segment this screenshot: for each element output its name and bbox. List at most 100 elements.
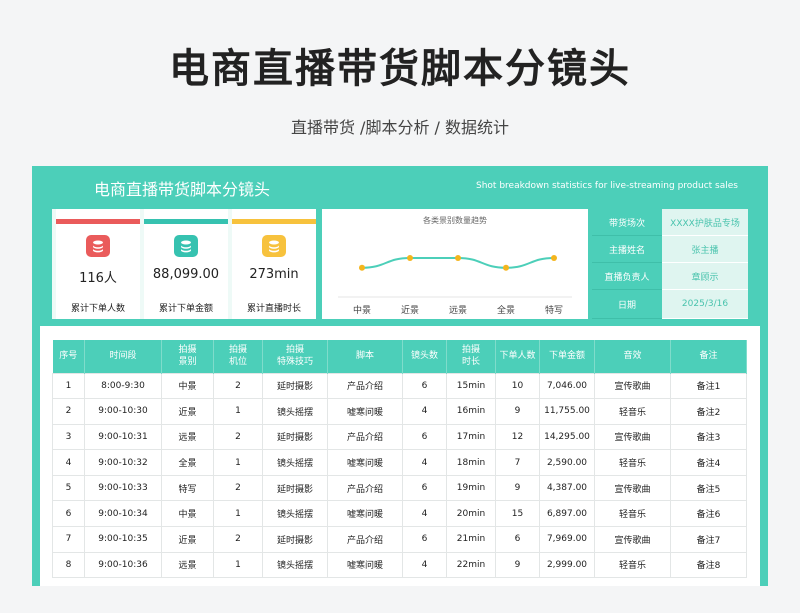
table-cell-camera[interactable]: 1: [213, 398, 263, 425]
info-value[interactable]: 张主播: [662, 236, 748, 263]
header-col-shots[interactable]: 镜头数: [402, 340, 447, 373]
table-cell-time[interactable]: 9:00-10:31: [84, 423, 162, 451]
table-row[interactable]: 4 9:00-10:32 全景 1 镜头摇摆 嘘寒问暖 4 18min 7 2,590.00 轻音乐…: [52, 449, 747, 476]
table-cell-duration[interactable]: 22min: [446, 551, 496, 579]
table-cell-orders[interactable]: 10: [495, 372, 540, 400]
table-row[interactable]: 8 9:00-10:36 远景 1 镜头摇摆 嘘寒问暖 4 22min 9 2,999.00 轻音乐…: [52, 551, 747, 579]
table-cell-note[interactable]: 备注1: [670, 372, 747, 400]
table-cell-orders[interactable]: 9: [495, 398, 540, 425]
table-cell-duration[interactable]: 21min: [446, 526, 496, 553]
table-cell-script[interactable]: 产品介绍: [327, 526, 403, 553]
table-cell-technique[interactable]: 镜头摇摆: [262, 500, 328, 528]
header-col-shot-size[interactable]: 拍摄 景别: [161, 340, 214, 373]
table-cell-technique[interactable]: 延时摄影: [262, 423, 328, 451]
table-cell-time[interactable]: 8:00-9:30: [84, 372, 162, 400]
header-col-duration[interactable]: 拍摄 时长: [446, 340, 496, 373]
table-cell-shots[interactable]: 6: [402, 372, 447, 400]
table-cell-camera[interactable]: 2: [213, 372, 263, 400]
table-cell-amount[interactable]: 7,046.00: [539, 372, 595, 400]
table-cell-index[interactable]: 6: [52, 500, 85, 528]
table-cell-index[interactable]: 7: [52, 526, 85, 553]
header-col-script[interactable]: 脚本: [327, 340, 403, 373]
table-cell-orders[interactable]: 12: [495, 423, 540, 451]
header-col-sound[interactable]: 音效: [594, 340, 671, 373]
info-value[interactable]: XXXX护肤品专场: [662, 209, 748, 236]
table-cell-index[interactable]: 5: [52, 474, 85, 502]
table-cell-index[interactable]: 1: [52, 372, 85, 400]
table-cell-shot-size[interactable]: 全景: [161, 449, 214, 476]
table-cell-camera[interactable]: 1: [213, 551, 263, 579]
table-cell-duration[interactable]: 20min: [446, 500, 496, 528]
data-point[interactable]: [359, 264, 365, 271]
table-cell-duration[interactable]: 15min: [446, 372, 496, 400]
table-cell-shots[interactable]: 6: [402, 423, 447, 451]
data-point[interactable]: [551, 255, 557, 261]
table-row[interactable]: 6 9:00-10:34 中景 1 镜头摇摆 嘘寒问暖 4 20min 15 6,897.00 轻音…: [52, 500, 747, 528]
table-cell-shots[interactable]: 6: [402, 526, 447, 553]
table-cell-orders[interactable]: 6: [495, 526, 540, 553]
table-cell-shots[interactable]: 4: [402, 551, 447, 579]
header-col-index[interactable]: 序号: [52, 340, 85, 373]
table-cell-amount[interactable]: 11,755.00: [539, 398, 595, 425]
table-cell-amount[interactable]: 14,295.00: [539, 423, 595, 451]
info-value[interactable]: 章顾示: [662, 263, 748, 290]
table-cell-sound[interactable]: 轻音乐: [594, 398, 671, 425]
table-cell-script[interactable]: 嘘寒问暖: [327, 500, 403, 528]
table-cell-amount[interactable]: 2,590.00: [539, 449, 595, 476]
table-cell-time[interactable]: 9:00-10:32: [84, 449, 162, 476]
table-cell-note[interactable]: 备注2: [670, 398, 747, 425]
table-cell-note[interactable]: 备注3: [670, 423, 747, 451]
header-col-technique[interactable]: 拍摄 特殊技巧: [262, 340, 328, 373]
table-row[interactable]: 2 9:00-10:30 近景 1 镜头摇摆 嘘寒问暖 4 16min 9 11,755.00 轻音…: [52, 398, 747, 425]
table-cell-time[interactable]: 9:00-10:30: [84, 398, 162, 425]
table-cell-note[interactable]: 备注8: [670, 551, 747, 579]
table-cell-script[interactable]: 产品介绍: [327, 474, 403, 502]
table-cell-technique[interactable]: 延时摄影: [262, 372, 328, 400]
table-cell-technique[interactable]: 镜头摇摆: [262, 551, 328, 579]
table-row[interactable]: 1 8:00-9:30 中景 2 延时摄影 产品介绍 6 15min 10 7,046.00 宣传歌…: [52, 372, 747, 400]
table-cell-shot-size[interactable]: 远景: [161, 423, 214, 451]
table-cell-script[interactable]: 产品介绍: [327, 372, 403, 400]
table-cell-amount[interactable]: 4,387.00: [539, 474, 595, 502]
table-cell-camera[interactable]: 2: [213, 474, 263, 502]
table-cell-shots[interactable]: 4: [402, 398, 447, 425]
table-cell-sound[interactable]: 宣传歌曲: [594, 474, 671, 502]
table-row[interactable]: 5 9:00-10:33 特写 2 延时摄影 产品介绍 6 19min 9 4,387.00 宣传歌…: [52, 474, 747, 502]
data-point[interactable]: [407, 255, 413, 261]
table-cell-shot-size[interactable]: 近景: [161, 526, 214, 553]
table-cell-camera[interactable]: 1: [213, 449, 263, 476]
header-col-orders[interactable]: 下单人数: [495, 340, 540, 373]
table-cell-duration[interactable]: 18min: [446, 449, 496, 476]
table-cell-amount[interactable]: 7,969.00: [539, 526, 595, 553]
table-cell-shot-size[interactable]: 特写: [161, 474, 214, 502]
table-cell-sound[interactable]: 轻音乐: [594, 551, 671, 579]
table-cell-script[interactable]: 产品介绍: [327, 423, 403, 451]
table-cell-shots[interactable]: 4: [402, 500, 447, 528]
table-cell-shots[interactable]: 4: [402, 449, 447, 476]
table-cell-technique[interactable]: 镜头摇摆: [262, 449, 328, 476]
table-cell-amount[interactable]: 2,999.00: [539, 551, 595, 579]
table-cell-camera[interactable]: 1: [213, 500, 263, 528]
table-cell-technique[interactable]: 延时摄影: [262, 526, 328, 553]
header-col-note[interactable]: 备注: [670, 340, 747, 373]
table-cell-note[interactable]: 备注7: [670, 526, 747, 553]
table-cell-script[interactable]: 嘘寒问暖: [327, 449, 403, 476]
table-cell-sound[interactable]: 轻音乐: [594, 500, 671, 528]
table-cell-shot-size[interactable]: 近景: [161, 398, 214, 425]
info-value[interactable]: 2025/3/16: [662, 290, 748, 319]
table-cell-index[interactable]: 4: [52, 449, 85, 476]
table-cell-time[interactable]: 9:00-10:33: [84, 474, 162, 502]
table-cell-camera[interactable]: 2: [213, 526, 263, 553]
table-cell-script[interactable]: 嘘寒问暖: [327, 398, 403, 425]
table-row[interactable]: 3 9:00-10:31 远景 2 延时摄影 产品介绍 6 17min 12 14,295.00 宣…: [52, 423, 747, 451]
table-cell-orders[interactable]: 15: [495, 500, 540, 528]
table-cell-orders[interactable]: 7: [495, 449, 540, 476]
data-point[interactable]: [455, 255, 461, 261]
table-cell-sound[interactable]: 轻音乐: [594, 449, 671, 476]
table-cell-sound[interactable]: 宣传歌曲: [594, 372, 671, 400]
table-cell-orders[interactable]: 9: [495, 474, 540, 502]
table-cell-note[interactable]: 备注5: [670, 474, 747, 502]
table-cell-duration[interactable]: 16min: [446, 398, 496, 425]
table-cell-index[interactable]: 8: [52, 551, 85, 579]
header-col-time[interactable]: 时间段: [84, 340, 162, 373]
